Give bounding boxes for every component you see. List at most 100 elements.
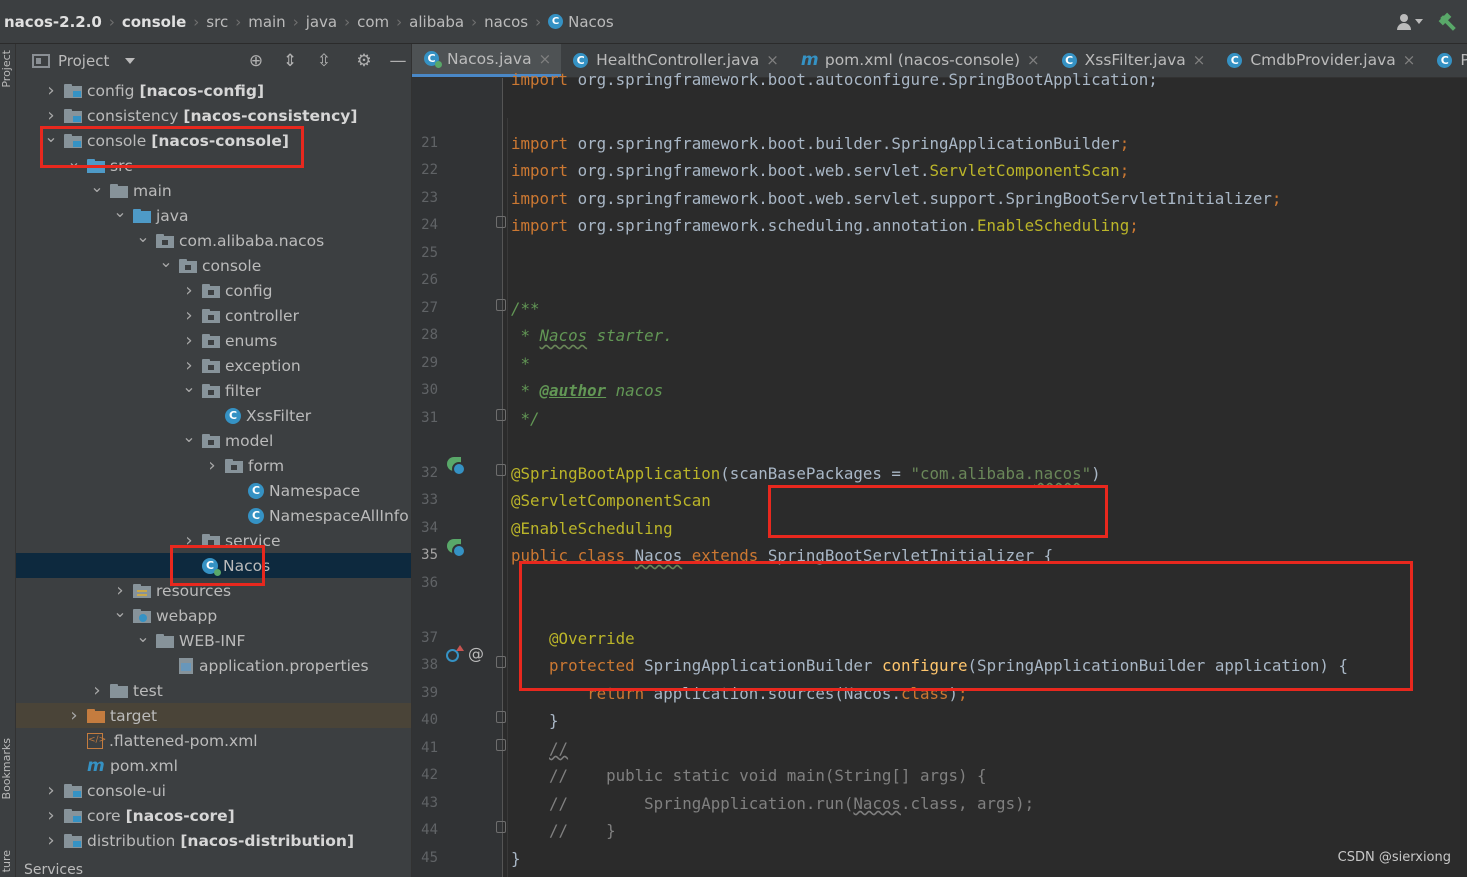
tree-item-xssfilter[interactable]: C XssFilter xyxy=(16,403,411,428)
chevron-down-icon[interactable]: ⌄ xyxy=(113,602,127,621)
fold-marker-icon[interactable] xyxy=(496,216,506,228)
collapse-all-icon[interactable]: ⇳ xyxy=(314,51,334,71)
tree-item-main[interactable]: ⌄ main xyxy=(16,177,411,203)
tree-item-java[interactable]: ⌄ java xyxy=(16,202,411,228)
tree-item-form[interactable]: › form xyxy=(16,453,411,478)
chevron-down-icon[interactable]: ⌄ xyxy=(113,202,127,221)
breadcrumb-item[interactable]: java xyxy=(306,13,337,31)
chevron-right-icon[interactable]: › xyxy=(44,105,58,126)
breadcrumb-item[interactable]: nacos-2.2.0 xyxy=(4,13,102,31)
tree-item-pom-xml[interactable]: m pom.xml xyxy=(16,753,411,778)
chevron-down-icon[interactable] xyxy=(125,58,136,64)
tree-item-nacos[interactable]: C Nacos xyxy=(16,553,411,578)
chevron-down-icon[interactable]: ⌄ xyxy=(90,177,104,196)
chevron-down-icon[interactable]: ⌄ xyxy=(182,427,196,446)
chevron-down-icon[interactable]: ⌄ xyxy=(136,227,150,246)
breadcrumb-item[interactable]: console xyxy=(122,13,186,31)
chevron-right-icon[interactable]: › xyxy=(44,780,58,801)
services-tool-tab[interactable]: Services xyxy=(24,862,83,877)
chevron-right-icon[interactable]: › xyxy=(67,705,81,726)
tree-item-namespaceallinfo[interactable]: C NamespaceAllInfo xyxy=(16,503,411,528)
tree-item-resources[interactable]: › resources xyxy=(16,578,411,603)
tree-item-core[interactable]: › core [nacos-core] xyxy=(16,803,411,828)
chevron-right-icon[interactable]: › xyxy=(182,330,196,351)
tree-item-com-alibaba-nacos[interactable]: ⌄ com.alibaba.nacos xyxy=(16,227,411,253)
chevron-right-icon[interactable]: › xyxy=(205,455,219,476)
tree-item-model[interactable]: ⌄ model xyxy=(16,427,411,453)
chevron-down-icon[interactable]: ⌄ xyxy=(182,377,196,396)
fold-marker-icon[interactable] xyxy=(496,464,506,476)
close-icon[interactable]: × xyxy=(1027,51,1040,69)
breadcrumb-item[interactable]: main xyxy=(248,13,285,31)
project-panel-title[interactable]: Project xyxy=(58,52,109,70)
tree-item-application-properties[interactable]: application.properties xyxy=(16,653,411,678)
close-icon[interactable]: × xyxy=(1193,51,1206,69)
user-account-icon[interactable] xyxy=(1397,13,1423,31)
locate-file-icon[interactable]: ⊕ xyxy=(246,51,266,71)
chevron-right-icon[interactable]: › xyxy=(182,530,196,551)
code-area[interactable]: import org.springframework.boot.autoconf… xyxy=(507,70,1467,877)
gear-icon[interactable]: ⚙ xyxy=(354,51,374,71)
project-tool-window-button[interactable]: Project xyxy=(0,50,16,88)
structure-tool-window-button[interactable]: ture xyxy=(0,850,16,872)
fold-marker-icon[interactable] xyxy=(496,739,506,751)
tree-item-console[interactable]: ⌄ console [nacos-console] xyxy=(16,127,411,153)
breadcrumb-item[interactable]: C Nacos xyxy=(548,13,614,31)
chevron-right-icon[interactable]: › xyxy=(44,80,58,101)
chevron-down-icon[interactable]: ⌄ xyxy=(159,252,173,271)
chevron-down-icon[interactable]: ⌄ xyxy=(67,152,81,171)
tree-item-namespace[interactable]: C Namespace xyxy=(16,478,411,503)
line-number: 39 xyxy=(421,685,438,701)
close-icon[interactable]: × xyxy=(766,51,779,69)
spring-bean-run-icon[interactable] xyxy=(447,539,466,558)
tree-item-webapp[interactable]: ⌄ webapp xyxy=(16,602,411,628)
breadcrumb-item[interactable]: alibaba xyxy=(409,13,464,31)
breadcrumb-item[interactable]: src xyxy=(206,13,228,31)
tree-item--flattened-pom-xml[interactable]: </> .flattened-pom.xml xyxy=(16,728,411,753)
close-icon[interactable]: × xyxy=(539,50,552,68)
tree-item-filter[interactable]: ⌄ filter xyxy=(16,377,411,403)
chevron-down-icon[interactable]: ⌄ xyxy=(136,627,150,646)
fold-marker-icon[interactable] xyxy=(496,711,506,723)
tree-item-web-inf[interactable]: ⌄ WEB-INF xyxy=(16,627,411,653)
chevron-right-icon[interactable]: › xyxy=(182,305,196,326)
chevron-right-icon[interactable]: › xyxy=(44,805,58,826)
breadcrumb-item[interactable]: com xyxy=(357,13,389,31)
tree-item-console-ui[interactable]: › console-ui xyxy=(16,778,411,803)
chevron-right-icon[interactable]: › xyxy=(44,830,58,851)
chevron-right-icon[interactable]: › xyxy=(90,680,104,701)
tab-cmdbprovider-java[interactable]: C CmdbProvider.java × xyxy=(1215,44,1425,77)
tree-item-exception[interactable]: › exception xyxy=(16,353,411,378)
tab-printme[interactable]: C PrintMe xyxy=(1425,44,1467,77)
tree-item-distribution[interactable]: › distribution [nacos-distribution] xyxy=(16,828,411,853)
override-method-icon[interactable] xyxy=(446,645,464,662)
tree-item-enums[interactable]: › enums xyxy=(16,328,411,353)
fold-marker-icon[interactable] xyxy=(496,299,506,311)
fold-marker-icon[interactable] xyxy=(496,409,506,421)
tree-item-label: test xyxy=(133,681,163,700)
breadcrumb-item[interactable]: nacos xyxy=(484,13,528,31)
fold-marker-icon[interactable] xyxy=(496,821,506,833)
expand-all-icon[interactable]: ⇕ xyxy=(280,51,300,71)
spring-bean-run-icon[interactable] xyxy=(447,457,466,476)
fold-marker-icon[interactable] xyxy=(496,656,506,668)
module-name-label: [nacos-consistency] xyxy=(183,106,358,125)
tree-item-consistency[interactable]: › consistency [nacos-consistency] xyxy=(16,103,411,128)
bookmarks-tool-window-button[interactable]: Bookmarks xyxy=(0,738,16,799)
build-hammer-icon[interactable] xyxy=(1437,12,1457,32)
close-icon[interactable]: × xyxy=(1403,51,1416,69)
chevron-down-icon[interactable]: ⌄ xyxy=(44,127,58,146)
chevron-right-icon[interactable]: › xyxy=(182,355,196,376)
hide-panel-icon[interactable]: — xyxy=(388,51,408,71)
tree-item-service[interactable]: › service xyxy=(16,528,411,553)
chevron-right-icon[interactable]: › xyxy=(113,580,127,601)
tree-item-target[interactable]: › target xyxy=(16,703,411,728)
tree-item-console[interactable]: ⌄ console xyxy=(16,252,411,278)
tree-item-controller[interactable]: › controller xyxy=(16,303,411,328)
chevron-right-icon[interactable]: › xyxy=(182,280,196,301)
tree-item-config[interactable]: › config xyxy=(16,278,411,303)
annotation-marker-icon[interactable]: @ xyxy=(468,644,484,663)
tree-item-src[interactable]: ⌄ src xyxy=(16,152,411,178)
tree-item-config[interactable]: › config [nacos-config] xyxy=(16,78,411,103)
tree-item-test[interactable]: › test xyxy=(16,678,411,703)
